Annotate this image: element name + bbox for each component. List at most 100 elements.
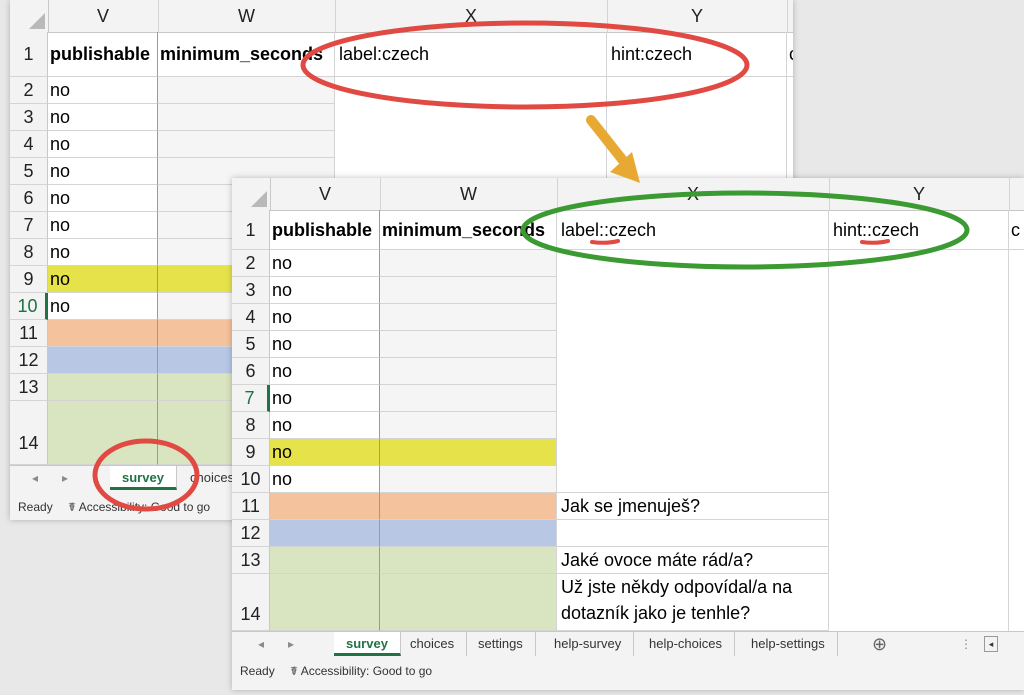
cell-v[interactable]: no bbox=[270, 277, 380, 304]
cell-v-blue[interactable] bbox=[48, 347, 158, 374]
select-all-corner[interactable] bbox=[232, 178, 271, 210]
cell-z1-header[interactable]: c bbox=[1009, 210, 1024, 250]
cell-w-green[interactable] bbox=[380, 574, 557, 631]
cell-w[interactable] bbox=[158, 104, 335, 131]
row-header[interactable]: 11 bbox=[232, 493, 270, 520]
column-header-x[interactable]: X bbox=[335, 0, 608, 32]
column-header-x[interactable]: X bbox=[557, 178, 830, 210]
cell-w[interactable] bbox=[380, 466, 557, 493]
cell-w[interactable] bbox=[380, 277, 557, 304]
row-header[interactable]: 8 bbox=[10, 239, 48, 266]
row-header-selected[interactable]: 7 bbox=[232, 385, 270, 412]
cell-w[interactable] bbox=[380, 412, 557, 439]
cell-x13[interactable]: Jaké ovoce máte rád/a? bbox=[557, 547, 829, 574]
row-header[interactable]: 5 bbox=[10, 158, 48, 185]
tab-settings[interactable]: settings bbox=[466, 632, 536, 656]
cell-v[interactable]: no bbox=[270, 304, 380, 331]
row-header[interactable]: 3 bbox=[10, 104, 48, 131]
cell-x14[interactable]: Už jste někdy odpovídal/a na dotazník ja… bbox=[557, 574, 829, 631]
row-header[interactable]: 14 bbox=[232, 574, 270, 631]
tab-survey[interactable]: survey bbox=[110, 466, 177, 490]
cell-v[interactable]: no bbox=[270, 385, 380, 412]
cell-v-orange[interactable] bbox=[270, 493, 380, 520]
row-header-selected[interactable]: 10 bbox=[10, 293, 48, 320]
select-all-corner[interactable] bbox=[10, 0, 49, 32]
cell-w[interactable] bbox=[380, 250, 557, 277]
cell-v[interactable]: no bbox=[270, 466, 380, 493]
next-sheet-arrow[interactable]: ▸ bbox=[288, 632, 294, 656]
cell-v[interactable]: no bbox=[270, 331, 380, 358]
row-header[interactable]: 12 bbox=[232, 520, 270, 547]
cell-v[interactable]: no bbox=[48, 158, 158, 185]
add-sheet-icon[interactable]: ⊕ bbox=[872, 632, 887, 656]
tab-choices[interactable]: choices bbox=[398, 632, 468, 656]
cell-v-orange[interactable] bbox=[48, 320, 158, 347]
row-header[interactable]: 8 bbox=[232, 412, 270, 439]
cell-w-highlight-yellow[interactable] bbox=[380, 439, 557, 466]
row-header[interactable]: 1 bbox=[10, 32, 48, 77]
cell-z1-header[interactable]: c bbox=[787, 32, 793, 77]
row-header[interactable]: 6 bbox=[10, 185, 48, 212]
column-header-w[interactable]: W bbox=[158, 0, 336, 32]
cell-v1-header[interactable]: publishable bbox=[48, 32, 158, 77]
row-header[interactable]: 4 bbox=[232, 304, 270, 331]
cell-w[interactable] bbox=[380, 385, 557, 412]
column-header-v[interactable]: V bbox=[270, 178, 381, 210]
accessibility-status[interactable]: ☤ Accessibility: Good to go bbox=[68, 495, 210, 519]
cell-y1-header[interactable]: hint:czech bbox=[607, 32, 787, 77]
prev-sheet-arrow[interactable]: ◂ bbox=[258, 632, 264, 656]
row-header[interactable]: 9 bbox=[232, 439, 270, 466]
row-header[interactable]: 12 bbox=[10, 347, 48, 374]
cell-v[interactable]: no bbox=[48, 212, 158, 239]
tab-help-choices[interactable]: help-choices bbox=[637, 632, 735, 656]
cell-v1-header[interactable]: publishable bbox=[270, 210, 380, 250]
row-header[interactable]: 13 bbox=[232, 547, 270, 574]
row-header[interactable]: 5 bbox=[232, 331, 270, 358]
accessibility-status[interactable]: ☤ Accessibility: Good to go bbox=[290, 659, 432, 683]
row-header[interactable]: 2 bbox=[10, 77, 48, 104]
cell-x12[interactable] bbox=[557, 520, 829, 547]
tab-survey[interactable]: survey bbox=[334, 632, 401, 656]
row-header[interactable]: 6 bbox=[232, 358, 270, 385]
cell-v-highlight-yellow[interactable]: no bbox=[270, 439, 380, 466]
cell-w-green[interactable] bbox=[380, 547, 557, 574]
scroll-left-icon[interactable]: ◂ bbox=[984, 636, 998, 652]
row-header[interactable]: 11 bbox=[10, 320, 48, 347]
row-header[interactable]: 1 bbox=[232, 210, 270, 250]
cell-v-highlight-yellow[interactable]: no bbox=[48, 266, 158, 293]
row-header[interactable]: 10 bbox=[232, 466, 270, 493]
row-header[interactable]: 14 bbox=[10, 401, 48, 465]
cell-w-orange[interactable] bbox=[380, 493, 557, 520]
cell-v[interactable]: no bbox=[48, 77, 158, 104]
tab-help-settings[interactable]: help-settings bbox=[739, 632, 838, 656]
column-header-y[interactable]: Y bbox=[607, 0, 788, 32]
tab-help-survey[interactable]: help-survey bbox=[542, 632, 635, 656]
cell-v-green[interactable] bbox=[48, 374, 158, 401]
cell-v[interactable]: no bbox=[48, 104, 158, 131]
column-header-y[interactable]: Y bbox=[829, 178, 1010, 210]
tab-overflow-dots[interactable]: ⋮ bbox=[960, 632, 972, 656]
cell-v-green[interactable] bbox=[270, 574, 380, 631]
next-sheet-arrow[interactable]: ▸ bbox=[62, 466, 68, 490]
cell-y1-header[interactable]: hint::czech bbox=[829, 210, 1009, 250]
cell-v[interactable]: no bbox=[48, 131, 158, 158]
cell-v[interactable]: no bbox=[48, 185, 158, 212]
cell-v[interactable]: no bbox=[270, 358, 380, 385]
cell-v[interactable]: no bbox=[270, 250, 380, 277]
cell-w-blue[interactable] bbox=[380, 520, 557, 547]
column-header-w[interactable]: W bbox=[380, 178, 558, 210]
cell-v-green[interactable] bbox=[270, 547, 380, 574]
cell-w1-header[interactable]: minimum_seconds bbox=[158, 32, 335, 77]
cell-w[interactable] bbox=[380, 331, 557, 358]
cell-v-blue[interactable] bbox=[270, 520, 380, 547]
prev-sheet-arrow[interactable]: ◂ bbox=[32, 466, 38, 490]
cell-w[interactable] bbox=[158, 131, 335, 158]
cell-x-empty[interactable] bbox=[557, 250, 829, 493]
row-header[interactable]: 9 bbox=[10, 266, 48, 293]
cell-v[interactable]: no bbox=[48, 239, 158, 266]
row-header[interactable]: 7 bbox=[10, 212, 48, 239]
cell-v-green[interactable] bbox=[48, 401, 158, 465]
cell-v[interactable]: no bbox=[48, 293, 158, 320]
cell-x1-header[interactable]: label::czech bbox=[557, 210, 829, 250]
cell-w[interactable] bbox=[380, 304, 557, 331]
